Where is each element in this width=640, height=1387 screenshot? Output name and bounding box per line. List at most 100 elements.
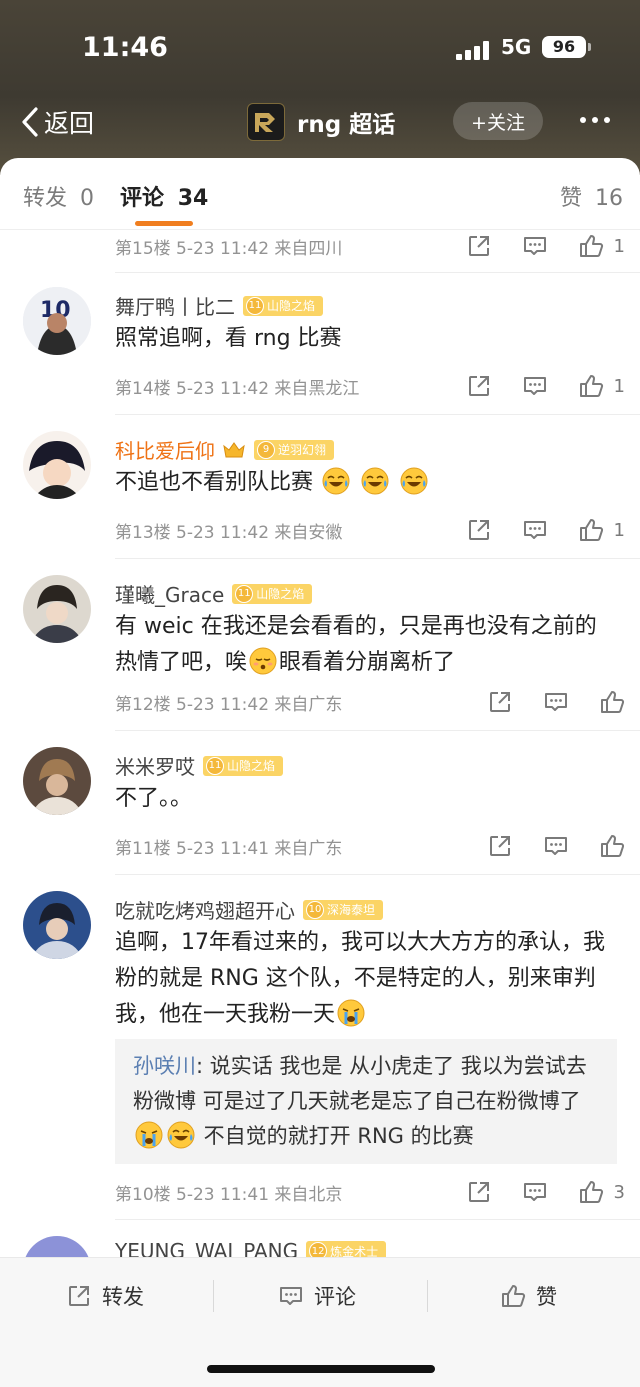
share-button[interactable] [466, 517, 492, 543]
like-button[interactable] [599, 689, 625, 715]
divider [427, 1280, 428, 1312]
reply-button[interactable] [522, 373, 548, 399]
avatar[interactable]: 10 [23, 287, 91, 355]
comment-button[interactable]: 评论 [278, 1278, 356, 1314]
tab-like[interactable]: 赞 16 [560, 180, 623, 212]
comment-author[interactable]: 吃就吃烤鸡翅超开心 10 深海泰坦 [115, 895, 384, 924]
comment-author[interactable]: 瑾曦_Grace 11 山隐之焰 [115, 579, 313, 608]
laugh-cry-emoji [167, 1121, 195, 1149]
comment-icon [543, 689, 569, 715]
share-icon [466, 373, 492, 399]
comment-list[interactable]: 第15楼 5-23 11:42 来自四川 1 10 舞厅鸭丨比二 11 山隐之焰 … [0, 231, 640, 1258]
author-name: 瑾曦_Grace [115, 583, 225, 607]
crown-icon [223, 441, 245, 457]
battery-tip [588, 43, 591, 51]
like-button[interactable]: 3 [578, 1179, 625, 1205]
reply-button[interactable] [522, 1179, 548, 1205]
share-button[interactable] [466, 373, 492, 399]
avatar[interactable] [23, 575, 91, 643]
comment-author[interactable]: 米米罗哎 11 山隐之焰 [115, 751, 284, 780]
thumb-up-icon [599, 833, 625, 859]
fan-level-badge: 11 山隐之焰 [232, 583, 313, 604]
signal-icon [456, 40, 490, 60]
reply-preview[interactable]: 孙咲川: 说实话 我也是 从小虎走了 我以为尝试去粉微博 可是过了几天就老是忘了… [115, 1039, 617, 1164]
comment-floor-info: 第10楼 5-23 11:41 来自北京 [115, 1185, 343, 1205]
like-count: 1 [613, 375, 625, 397]
back-label: 返回 [44, 109, 95, 138]
tab-comment-count: 34 [177, 186, 209, 211]
reply-button[interactable] [522, 233, 548, 259]
like-label: 赞 [536, 1285, 557, 1309]
comment-text: 照常追啊，看 rng 比赛 [115, 326, 342, 351]
share-icon [466, 517, 492, 543]
more-options-icon[interactable] [580, 117, 610, 123]
author-name: 米米罗哎 [115, 755, 195, 779]
comment-author[interactable]: YEUNG_WAI_PANG 12 炼金术士 [115, 1239, 387, 1259]
like-button[interactable]: 1 [578, 373, 625, 399]
comment-floor-info: 第13楼 5-23 11:42 来自安徽 [115, 523, 343, 543]
comment-sheet: 转发 0 评论 34 赞 16 第15楼 5-23 11:42 来自四川 1 1… [0, 158, 640, 1387]
rng-logo-icon [247, 103, 285, 141]
avatar[interactable] [23, 1236, 91, 1258]
like-button[interactable]: 1 [578, 233, 625, 259]
share-button[interactable] [466, 1179, 492, 1205]
like-button[interactable]: 赞 [500, 1278, 557, 1314]
comment-author[interactable]: 科比爱后仰 9 逆羽幻翎 [115, 435, 335, 464]
repost-label: 转发 [102, 1285, 144, 1309]
thumb-up-icon [578, 517, 604, 543]
sob-emoji [337, 999, 365, 1027]
reply-author[interactable]: 孙咲川 [133, 1054, 196, 1078]
avatar[interactable] [23, 891, 91, 959]
bottom-action-bar: 转发 评论 赞 [0, 1257, 640, 1387]
comment-author[interactable]: 舞厅鸭丨比二 11 山隐之焰 [115, 291, 324, 320]
share-button[interactable] [466, 233, 492, 259]
laugh-cry-emoji [400, 467, 428, 495]
share-button[interactable] [487, 689, 513, 715]
badge-label: 山隐之焰 [227, 759, 276, 773]
follow-button[interactable]: +关注 [453, 102, 543, 140]
laugh-cry-emoji [361, 467, 389, 495]
reply-button[interactable] [543, 689, 569, 715]
like-count: 1 [613, 519, 625, 541]
repost-button[interactable]: 转发 [66, 1278, 144, 1314]
back-button[interactable]: 返回 [20, 104, 94, 140]
divider [115, 558, 640, 559]
like-button[interactable] [599, 833, 625, 859]
comment-icon [543, 833, 569, 859]
comment-meta: 第11楼 5-23 11:41 来自广东 [115, 831, 625, 861]
comment-floor-info: 第14楼 5-23 11:42 来自黑龙江 [115, 379, 360, 399]
comment-icon [522, 517, 548, 543]
divider [213, 1280, 214, 1312]
share-button[interactable] [487, 833, 513, 859]
comment-meta: 第15楼 5-23 11:42 来自四川 1 [115, 231, 625, 261]
like-button[interactable]: 1 [578, 517, 625, 543]
badge-level: 11 [206, 756, 224, 775]
supertopic-title[interactable]: rng 超话 [247, 103, 395, 141]
badge-label: 炼金术士 [330, 1244, 379, 1259]
tab-repost[interactable]: 转发 0 [23, 180, 94, 212]
divider [115, 414, 640, 415]
badge-label: 逆羽幻翎 [278, 443, 327, 457]
share-icon [466, 1179, 492, 1205]
laugh-cry-emoji [322, 467, 350, 495]
tab-like-label: 赞 [560, 186, 583, 211]
comment-icon [522, 1179, 548, 1205]
page-title: rng 超话 [297, 112, 396, 138]
home-indicator[interactable] [207, 1365, 435, 1373]
comment-floor-info: 第12楼 5-23 11:42 来自广东 [115, 695, 343, 715]
comment-label: 评论 [314, 1285, 356, 1309]
comment-icon [522, 233, 548, 259]
reply-button[interactable] [543, 833, 569, 859]
share-icon [66, 1283, 92, 1309]
sigh-emoji [249, 647, 277, 675]
status-time: 11:46 [82, 32, 168, 63]
share-icon [466, 233, 492, 259]
reply-button[interactable] [522, 517, 548, 543]
comment-floor-info: 第15楼 5-23 11:42 来自四川 [115, 239, 343, 259]
tab-comment[interactable]: 评论 34 [120, 180, 208, 212]
avatar[interactable] [23, 747, 91, 815]
badge-level: 11 [235, 584, 254, 603]
like-count: 3 [613, 1181, 625, 1203]
avatar[interactable] [23, 431, 91, 499]
comment-text: 追啊，17年看过来的，我可以大大方方的承认，我粉的就是 RNG 这个队，不是特定… [115, 925, 605, 1033]
